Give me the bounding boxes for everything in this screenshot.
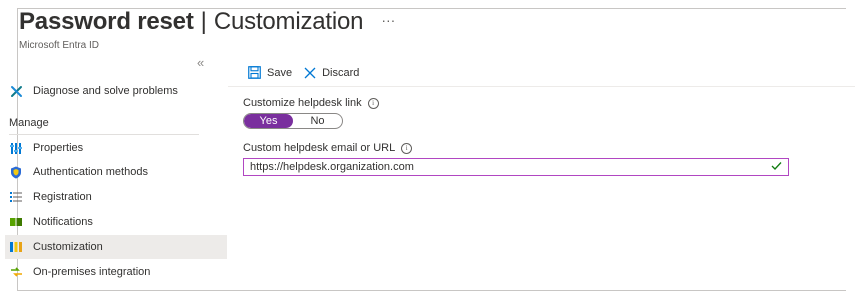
sidebar-item-customization[interactable]: Customization: [5, 235, 227, 259]
discard-label: Discard: [322, 66, 360, 79]
list-icon: [9, 190, 23, 204]
checkmark-icon: [771, 161, 782, 174]
sync-icon: [9, 265, 23, 279]
manage-heading: Manage: [9, 117, 49, 129]
wrench-icon: [9, 84, 23, 98]
info-icon[interactable]: i: [401, 142, 413, 154]
sidebar-item-properties[interactable]: Properties: [5, 136, 227, 160]
sidebar-item-label: Diagnose and solve problems: [33, 85, 178, 97]
shield-icon: [9, 165, 23, 179]
close-icon: [304, 67, 316, 78]
customization-icon: [9, 240, 23, 254]
sidebar-item-on-premises-integration[interactable]: On-premises integration: [5, 260, 227, 284]
sidebar-item-label: Notifications: [33, 216, 93, 228]
sidebar-item-label: Authentication methods: [33, 166, 148, 178]
sidebar-item-label: Customization: [33, 241, 103, 253]
page-header: Password reset | Customization ···: [19, 8, 395, 36]
sidebar-item-authentication-methods[interactable]: Authentication methods: [5, 160, 227, 184]
title-separator: |: [200, 8, 207, 35]
sidebar-item-label: On-premises integration: [33, 266, 151, 278]
more-options-button[interactable]: ···: [381, 12, 395, 28]
sidebar-item-registration[interactable]: Registration: [5, 185, 227, 209]
command-bar: Save Discard: [248, 66, 371, 79]
helpdesk-url-value: https://helpdesk.organization.com: [250, 161, 414, 173]
save-icon: [248, 66, 261, 79]
save-label: Save: [267, 66, 293, 79]
helpdesk-link-label-text: Customize helpdesk link: [243, 97, 362, 109]
helpdesk-url-label-text: Custom helpdesk email or URL: [243, 142, 396, 154]
properties-icon: [9, 141, 23, 155]
sidebar-item-diagnose[interactable]: Diagnose and solve problems: [5, 79, 227, 103]
helpdesk-link-toggle[interactable]: Yes No: [243, 113, 343, 129]
page-section-title: Customization: [213, 8, 364, 35]
sidebar-item-label: Properties: [33, 142, 84, 154]
helpdesk-url-label: Custom helpdesk email or URL i: [243, 142, 413, 154]
toggle-no-option[interactable]: No: [293, 114, 342, 128]
helpdesk-link-label: Customize helpdesk link i: [243, 97, 379, 109]
command-bar-divider: [228, 86, 855, 87]
info-icon[interactable]: i: [367, 97, 379, 109]
helpdesk-url-input[interactable]: https://helpdesk.organization.com: [243, 158, 789, 176]
manage-divider: [9, 134, 199, 135]
discard-button[interactable]: Discard: [304, 67, 359, 79]
page-title: Password reset: [19, 8, 194, 35]
page-subtitle: Microsoft Entra ID: [19, 40, 100, 51]
sidebar-item-label: Registration: [33, 191, 92, 203]
sidebar-item-notifications[interactable]: Notifications: [5, 210, 227, 234]
notification-icon: [9, 215, 23, 229]
save-button[interactable]: Save: [248, 66, 292, 79]
toggle-yes-option[interactable]: Yes: [244, 114, 293, 128]
collapse-sidebar-button[interactable]: «: [197, 55, 204, 70]
